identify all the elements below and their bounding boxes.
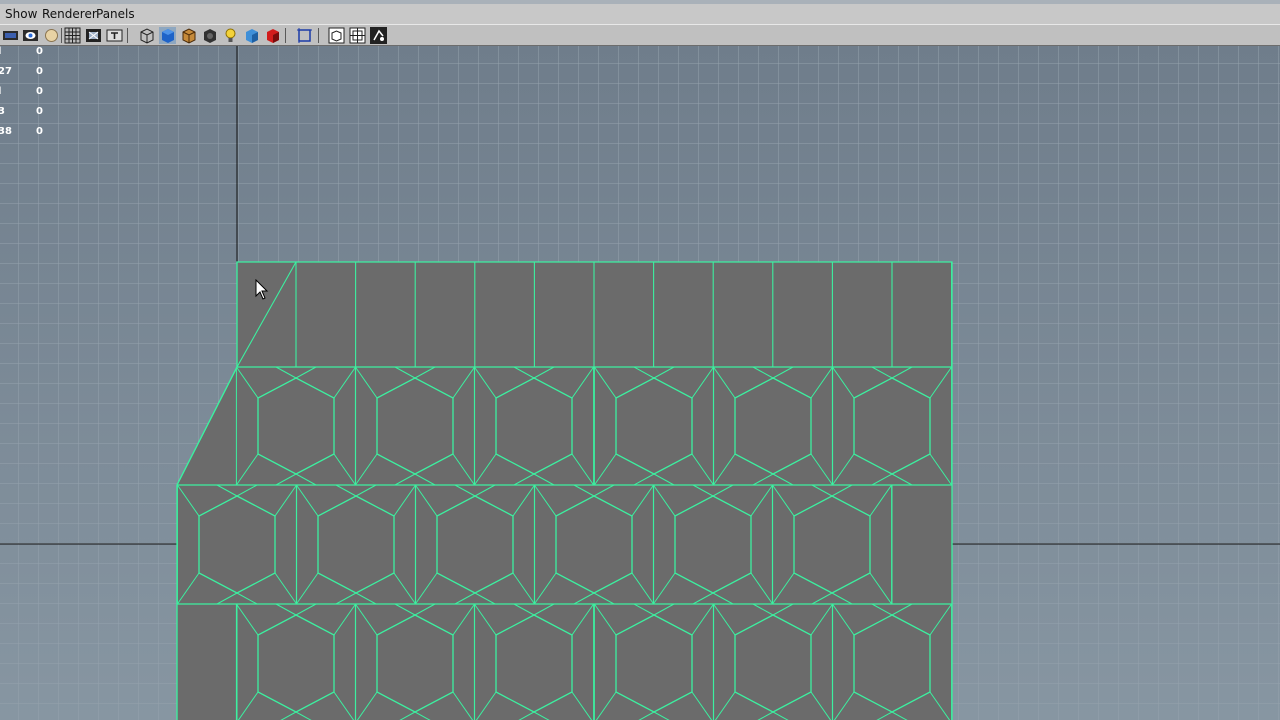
3d-viewport[interactable]: l 0 27 0 l 0 3 0 38 0 (0, 46, 1280, 720)
resolution-gate-icon[interactable] (106, 27, 123, 44)
wireframe-icon[interactable] (138, 27, 155, 44)
hexagon-hole (734, 614, 812, 713)
image-plane-icon[interactable] (43, 27, 60, 44)
hexagon-hole (317, 495, 395, 594)
hexagon-hole (495, 614, 573, 713)
isolate-select-icon[interactable] (296, 27, 313, 44)
panel-toolbar (0, 24, 1280, 46)
polygon-mesh[interactable] (176, 261, 953, 720)
use-all-lights-icon[interactable] (222, 27, 239, 44)
xray-icon[interactable] (264, 27, 281, 44)
hexagon-hole (495, 377, 573, 475)
hexagon-hole (734, 377, 812, 475)
toolbar-separator (285, 28, 286, 43)
hexagon-hole (853, 614, 931, 713)
camera-attributes-icon[interactable] (2, 27, 19, 44)
film-gate-icon[interactable] (85, 27, 102, 44)
smooth-shade-all-icon[interactable] (159, 27, 176, 44)
hud-value: 0 (36, 86, 43, 97)
hexagon-hole (793, 495, 871, 594)
toolbar-separator (61, 28, 62, 43)
safe-action-icon[interactable] (349, 27, 366, 44)
menu-renderer[interactable]: Renderer (42, 7, 97, 21)
gate-mask-icon[interactable] (370, 27, 387, 44)
hexagon-hole (257, 614, 335, 713)
hexagon-hole (257, 377, 335, 475)
hud-label: l (0, 46, 1, 57)
hexagon-hole (376, 614, 454, 713)
shadows-icon[interactable] (243, 27, 260, 44)
hud-value: 0 (36, 126, 43, 137)
hexagon-hole (436, 495, 514, 594)
hud-value: 0 (36, 106, 43, 117)
hexagon-hole (198, 495, 276, 594)
maya-viewport-window: Show Renderer Panels 0 27 0 0 3 0 38 0 (0, 0, 1280, 720)
panel-menu-bar: Show Renderer Panels (0, 0, 1280, 24)
hexagon-hole (674, 495, 752, 594)
mouse-cursor-icon (255, 279, 269, 300)
grid-icon[interactable] (64, 27, 81, 44)
hud-label: 38 (0, 126, 12, 137)
hud-label: 3 (0, 106, 5, 117)
wireframe-on-shaded-icon[interactable] (180, 27, 197, 44)
frame-selection-icon[interactable] (328, 27, 345, 44)
menu-show[interactable]: Show (5, 7, 37, 21)
hud-value: 0 (36, 46, 43, 57)
hexagon-hole (615, 377, 693, 475)
hud-label: 27 (0, 66, 12, 77)
hexagon-hole (615, 614, 693, 713)
menu-panels[interactable]: Panels (96, 7, 135, 21)
poly-count-hud: l 0 27 0 l 0 3 0 38 0 (0, 46, 60, 146)
hexagon-hole (853, 377, 931, 475)
toolbar-separator (127, 28, 128, 43)
viewport-canvas[interactable] (0, 46, 1280, 720)
toolbar-separator (318, 28, 319, 43)
textured-icon[interactable] (201, 27, 218, 44)
hexagon-hole (555, 495, 633, 594)
hud-label: l (0, 86, 1, 97)
hexagon-hole (376, 377, 454, 475)
hud-value: 0 (36, 66, 43, 77)
bookmark-view-icon[interactable] (22, 27, 39, 44)
